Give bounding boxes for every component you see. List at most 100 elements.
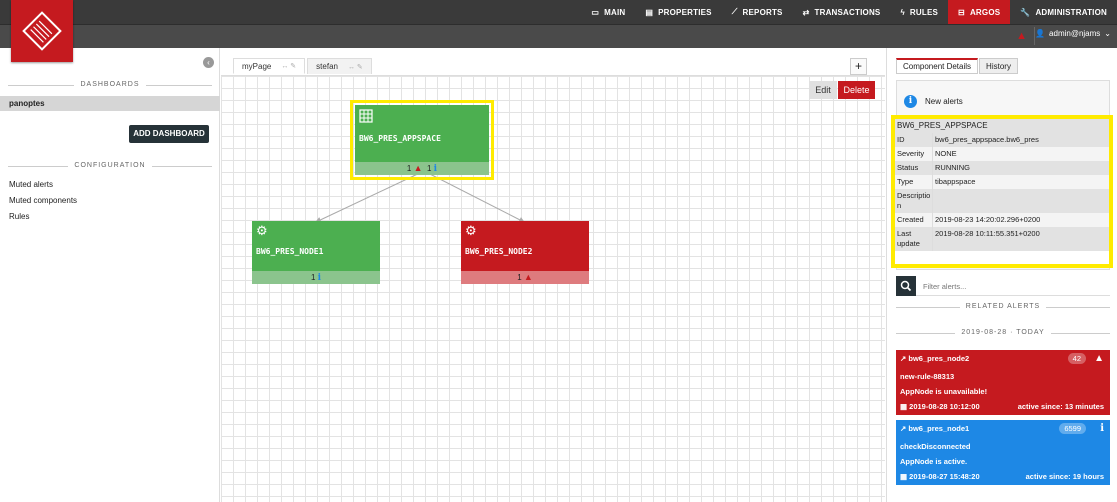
dashboard-item-panoptes[interactable]: panoptes [0,96,220,111]
detail-value [933,189,1109,213]
logo-diamond-icon [22,11,62,51]
nav-administration[interactable]: 🔧 ADMINISTRATION [1010,0,1117,24]
calendar-icon: ▦ [900,402,910,411]
detail-row: Severity NONE [895,147,1109,161]
nav-reports-label: REPORTS [742,7,783,17]
detail-row: Status RUNNING [895,161,1109,175]
nav-reports[interactable]: ⟋ REPORTS [722,0,793,24]
user-name: admin@njams [1049,29,1101,38]
dashboard-area: myPage ↔ ✎ stefan ↔ ✎ + Edit Delete BW6_PR… [221,48,885,502]
alert-time: ▦ 2019-08-28 10:12:00 [900,402,980,411]
nav-transactions[interactable]: ⇄ TRANSACTIONS [793,0,891,24]
node-body: ⚙ BW6_PRES_NODE1 [252,221,380,271]
sub-bar [0,24,1117,48]
configuration-header: CONFIGURATION [0,162,220,169]
nav-rules[interactable]: ϟ RULES [890,0,948,24]
info-icon: i [1100,423,1104,434]
nav-argos-label: ARGOS [969,7,1001,17]
detail-key: Created [895,213,933,227]
nav-main[interactable]: ▭ MAIN [581,0,635,24]
muted-alerts-link[interactable]: Muted alerts [9,180,53,189]
user-menu[interactable]: 👤 admin@njams ⌄ [1035,29,1111,38]
argos-icon: ⊟ [958,7,965,17]
alert-time: ▦ 2019-08-27 15:48:20 [900,472,980,481]
nav-properties[interactable]: ▤ PROPERTIES [635,0,721,24]
node-bw6-pres-appspace[interactable]: BW6_PRES_APPSPACE 1 ▲ 1 i [355,105,489,175]
node-bw6-pres-node2[interactable]: ⚙ BW6_PRES_NODE2 1 ▲ [461,221,589,284]
detail-row: ID bw6_pres_appspace.bw6_pres [895,133,1109,147]
detail-row: Last update 2019-08-28 10:11:55.351+0200 [895,227,1109,251]
dashboards-header-label: DASHBOARDS [74,81,146,88]
move-edit-icon[interactable]: ↔ ✎ [281,62,296,70]
node-body: ⚙ BW6_PRES_NODE2 [461,221,589,271]
edit-button[interactable]: Edit [809,81,837,99]
node-status-bar: 1 ▲ 1 i [355,162,489,175]
detail-key: Severity [895,147,933,161]
alert-time-label: 2019-08-27 15:48:20 [909,472,980,481]
tab-history[interactable]: History [979,58,1018,74]
node-bw6-pres-node1[interactable]: ⚙ BW6_PRES_NODE1 1 i [252,221,380,284]
detail-value: 2019-08-23 14:20:02.296+0200 [935,215,1041,224]
tab-mypage-label: myPage [242,61,272,71]
collapse-sidebar-button[interactable]: ‹ [203,57,214,68]
grid-icon [359,109,373,123]
nav-transactions-label: TRANSACTIONS [814,7,881,17]
alert-filter: Filter alerts... [896,276,1110,296]
rules-link[interactable]: Rules [9,212,29,221]
alert-source[interactable]: ↗ bw6_pres_node2 [900,354,969,363]
related-alerts-header: RELATED ALERTS [896,303,1110,310]
tab-component-details[interactable]: Component Details [896,58,979,74]
nav-main-label: MAIN [604,7,626,17]
info-count: 1 [310,273,316,282]
tab-stefan[interactable]: stefan ↔ ✎ [307,58,372,74]
warning-icon[interactable]: ▲ [1016,30,1027,42]
detail-key: ID [895,133,933,147]
detail-value: bw6_pres_appspace.bw6_pres [935,135,1039,144]
alert-message: AppNode is active. [900,457,968,466]
top-nav-bar: ▭ MAIN ▤ PROPERTIES ⟋ REPORTS ⇄ TRANSACTIONS… [0,0,1117,24]
details-panel: Component Details History i New alerts B… [886,48,1117,502]
page-tabs: myPage ↔ ✎ stefan ↔ ✎ [233,58,374,74]
detail-title: BW6_PRES_APPSPACE [895,119,1109,133]
move-edit-icon[interactable]: ↔ ✎ [348,63,363,71]
alert-rule: checkDisconnected [900,442,971,451]
alert-card[interactable]: ↗ bw6_pres_node1 6599 i checkDisconnecte… [896,420,1110,485]
nav-rules-label: RULES [909,7,939,17]
info-icon: i [317,273,322,283]
search-button[interactable] [896,276,916,296]
related-alerts-label: RELATED ALERTS [959,303,1047,310]
muted-components-link[interactable]: Muted components [9,196,77,205]
alert-source-label: bw6_pres_node2 [908,354,970,363]
configuration-header-label: CONFIGURATION [68,162,152,169]
warning-icon: ▲ [413,163,423,173]
nav-properties-label: PROPERTIES [658,7,712,17]
add-page-button[interactable]: + [850,58,867,75]
sidebar: DASHBOARDS panoptes ADD DASHBOARD CONFIG… [0,48,220,502]
filter-alerts-input[interactable]: Filter alerts... [923,282,966,291]
grid-canvas[interactable] [221,75,885,502]
nav-argos[interactable]: ⊟ ARGOS [948,0,1011,24]
delete-button[interactable]: Delete [838,81,875,99]
chart-icon: ⟋ [731,7,738,16]
node-status-bar: 1 i [252,271,380,284]
node-body: BW6_PRES_APPSPACE [355,105,489,162]
info-icon: i [904,95,917,108]
alert-since: active since: 19 hours [1025,472,1104,481]
app-logo[interactable] [11,0,73,62]
alert-card[interactable]: ↗ bw6_pres_node2 42 ▲ new-rule-88313 App… [896,350,1110,415]
new-alerts[interactable]: i New alerts [904,95,963,108]
bolt-icon: ϟ [900,7,905,17]
detail-value: 2019-08-28 10:11:55.351+0200 [935,229,1040,238]
user-icon: 👤 [1035,29,1046,38]
node-status-bar: 1 ▲ [461,271,589,284]
nav-administration-label: ADMINISTRATION [1035,7,1107,17]
gear-icon: ⚙ [465,224,477,239]
alert-source[interactable]: ↗ bw6_pres_node1 [900,424,969,433]
warn-count: 1 [406,164,412,173]
tab-mypage[interactable]: myPage ↔ ✎ [233,58,306,74]
add-dashboard-button[interactable]: ADD DASHBOARD [129,125,209,143]
detail-key: Last update [895,227,933,251]
gear-icon: ⚙ [256,224,268,239]
warning-icon: ▲ [523,272,533,282]
alert-count: 6599 [1059,423,1086,434]
